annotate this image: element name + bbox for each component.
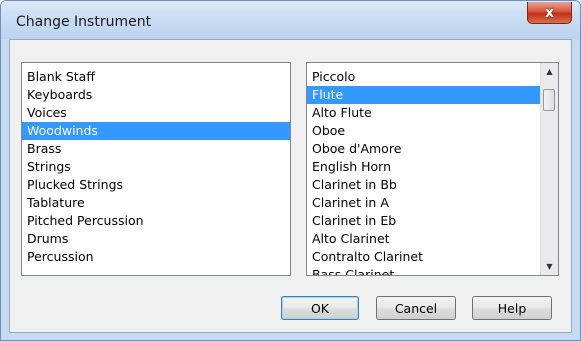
instrument-list-item[interactable]: Bass Clarinet [307,266,541,275]
family-list-item[interactable]: Voices [22,104,290,122]
change-instrument-dialog: Change Instrument x Blank Staff Keyboards… [0,0,581,341]
family-list-item[interactable]: Pitched Percussion [22,212,290,230]
instrument-list-item[interactable]: Oboe d'Amore [307,140,541,158]
instrument-list-item[interactable]: Clarinet in Bb [307,176,541,194]
scroll-thumb[interactable] [543,89,555,111]
scroll-up-button[interactable]: ▲ [541,63,558,80]
ok-button[interactable]: OK [281,296,359,320]
instrument-list-item[interactable]: Flute [307,86,541,104]
instrument-list-item[interactable]: Piccolo [307,68,541,86]
instrument-list-item[interactable]: English Horn [307,158,541,176]
family-list-item[interactable]: Strings [22,158,290,176]
dialog-client-area: Blank Staff Keyboards Voices Woodwinds Brass… [9,39,572,333]
instrument-list-scrollbar[interactable]: ▲ ▼ [540,63,558,275]
family-list-item[interactable]: Keyboards [22,86,290,104]
title-bar[interactable]: Change Instrument x [1,1,580,39]
instrument-list-item[interactable]: Oboe [307,122,541,140]
instrument-list-item[interactable]: Alto Clarinet [307,230,541,248]
scroll-down-button[interactable]: ▼ [541,258,558,275]
family-list-item[interactable]: Drums [22,230,290,248]
arrow-down-icon: ▼ [546,262,553,271]
cancel-button[interactable]: Cancel [376,296,456,320]
family-list-item[interactable]: Blank Staff [22,68,290,86]
instrument-list[interactable]: Piccolo Flute Alto Flute Oboe Oboe d'Amore En… [306,62,559,276]
instrument-list-item[interactable]: Clarinet in Eb [307,212,541,230]
instrument-list-item[interactable]: Alto Flute [307,104,541,122]
instrument-list-item[interactable]: Contralto Clarinet [307,248,541,266]
family-list-item[interactable]: Brass [22,140,290,158]
instrument-list-item[interactable]: Clarinet in A [307,194,541,212]
family-list-item[interactable]: Woodwinds [22,122,290,140]
close-button[interactable]: x [527,2,572,24]
family-list-item[interactable]: Percussion [22,248,290,266]
family-items: Blank Staff Keyboards Voices Woodwinds Brass… [22,68,290,266]
arrow-up-icon: ▲ [546,67,553,76]
help-button[interactable]: Help [472,296,552,320]
family-list-item[interactable]: Plucked Strings [22,176,290,194]
family-list-item[interactable]: Tablature [22,194,290,212]
dialog-title: Change Instrument [16,14,152,30]
instrument-family-list[interactable]: Blank Staff Keyboards Voices Woodwinds Brass… [21,62,291,276]
close-icon: x [544,4,555,21]
instrument-items: Piccolo Flute Alto Flute Oboe Oboe d'Amore En… [307,68,541,275]
